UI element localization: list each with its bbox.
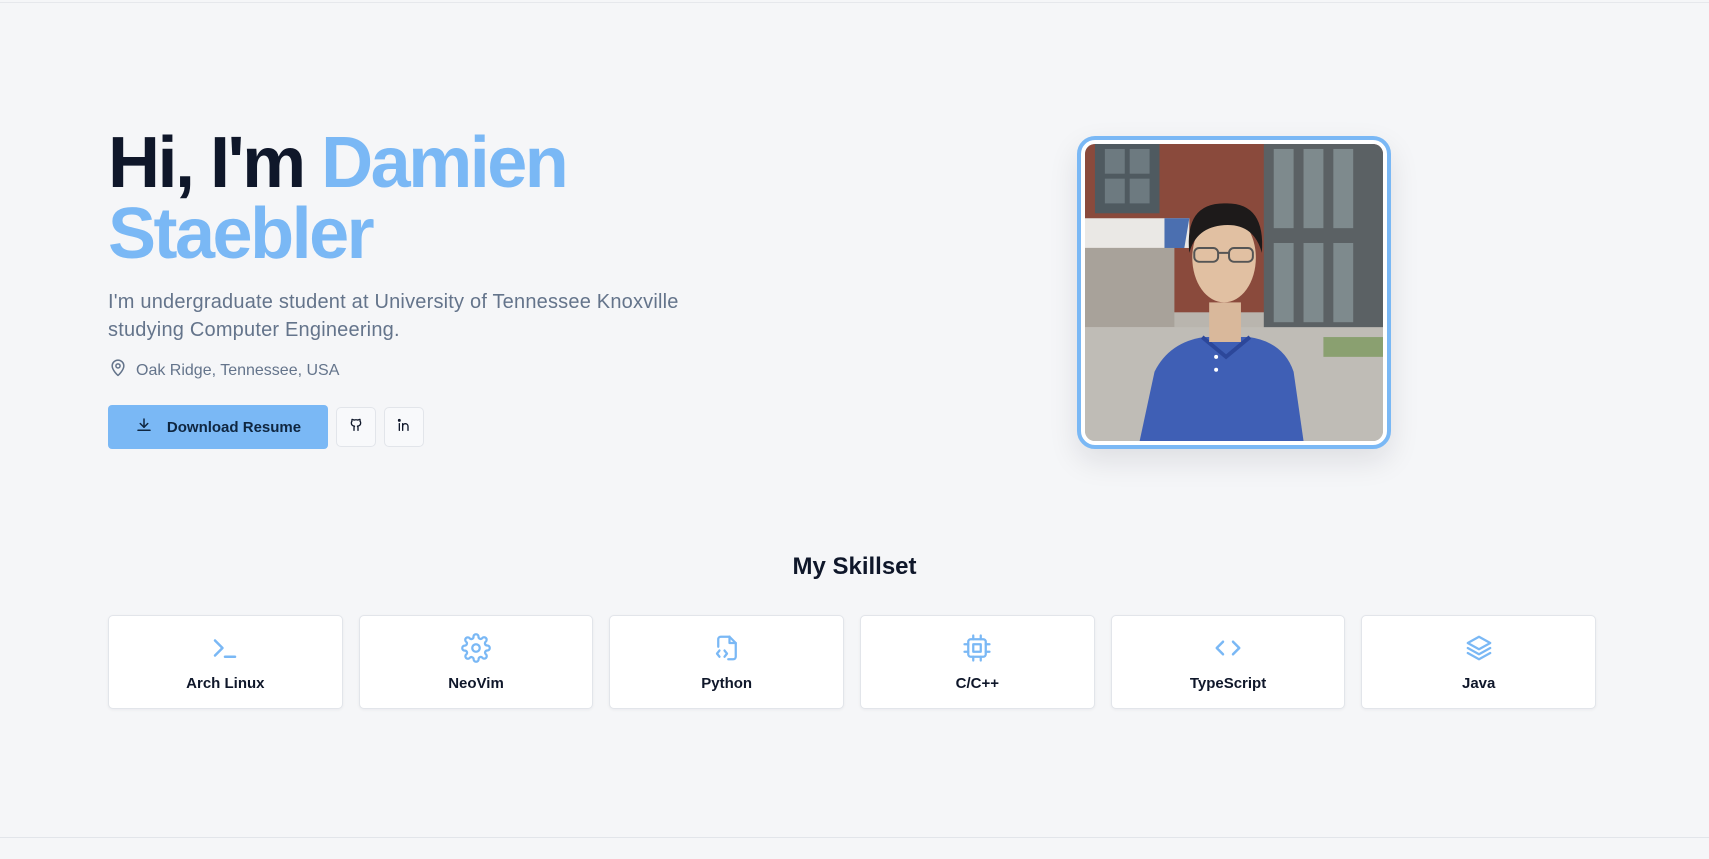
skill-label: NeoVim xyxy=(448,674,504,692)
profile-photo xyxy=(1085,144,1383,441)
linkedin-button[interactable] xyxy=(384,407,424,447)
cpu-chip-icon xyxy=(962,633,992,668)
skill-label: C/C++ xyxy=(955,674,1000,692)
download-resume-label: Download Resume xyxy=(166,418,302,436)
skill-label: TypeScript xyxy=(1189,674,1267,692)
linkedin-icon xyxy=(396,417,412,438)
download-resume-button[interactable]: Download Resume xyxy=(108,405,328,449)
skill-label: Arch Linux xyxy=(186,674,265,692)
hero-subtitle: I'm undergraduate student at University … xyxy=(108,291,679,341)
profile-photo-frame xyxy=(1077,136,1391,449)
file-code-icon xyxy=(712,633,742,668)
header-divider xyxy=(0,2,1709,3)
skill-card-neovim: NeoVim xyxy=(358,615,594,709)
hero-heading: Hi, I'm Damien Staebler xyxy=(108,127,748,270)
github-icon xyxy=(348,417,364,438)
download-icon xyxy=(135,416,153,438)
skill-label: Python xyxy=(701,674,753,692)
first-name: Damien xyxy=(321,123,569,203)
hero-actions: Download Resume xyxy=(108,405,748,449)
skill-card-typescript: TypeScript xyxy=(1110,615,1346,709)
footer-divider xyxy=(0,837,1709,838)
skill-card-java: Java xyxy=(1361,615,1597,709)
location-text: Oak Ridge, Tennessee, USA xyxy=(136,361,340,379)
skill-card-arch-linux: Arch Linux xyxy=(108,615,343,709)
code-brackets-icon xyxy=(1213,633,1243,668)
skill-card-c-cpp: C/C++ xyxy=(860,615,1095,709)
last-name: Staebler xyxy=(108,194,375,274)
location: Oak Ridge, Tennessee, USA xyxy=(108,358,748,383)
hero-intro: Hi, I'm Damien Staebler I'm undergraduate… xyxy=(108,127,748,449)
gear-icon xyxy=(461,632,491,668)
skills-heading: My Skillset xyxy=(792,553,917,580)
layers-icon xyxy=(1464,633,1494,668)
terminal-icon xyxy=(210,633,240,668)
map-pin-icon xyxy=(108,358,128,383)
skill-card-python: Python xyxy=(609,615,845,709)
greeting-text: Hi, I'm xyxy=(108,123,322,203)
skill-label: Java xyxy=(1462,674,1496,692)
skills-grid: Arch Linux NeoVim Python C/C++ TypeScrip… xyxy=(108,615,1597,709)
github-button[interactable] xyxy=(336,407,376,447)
